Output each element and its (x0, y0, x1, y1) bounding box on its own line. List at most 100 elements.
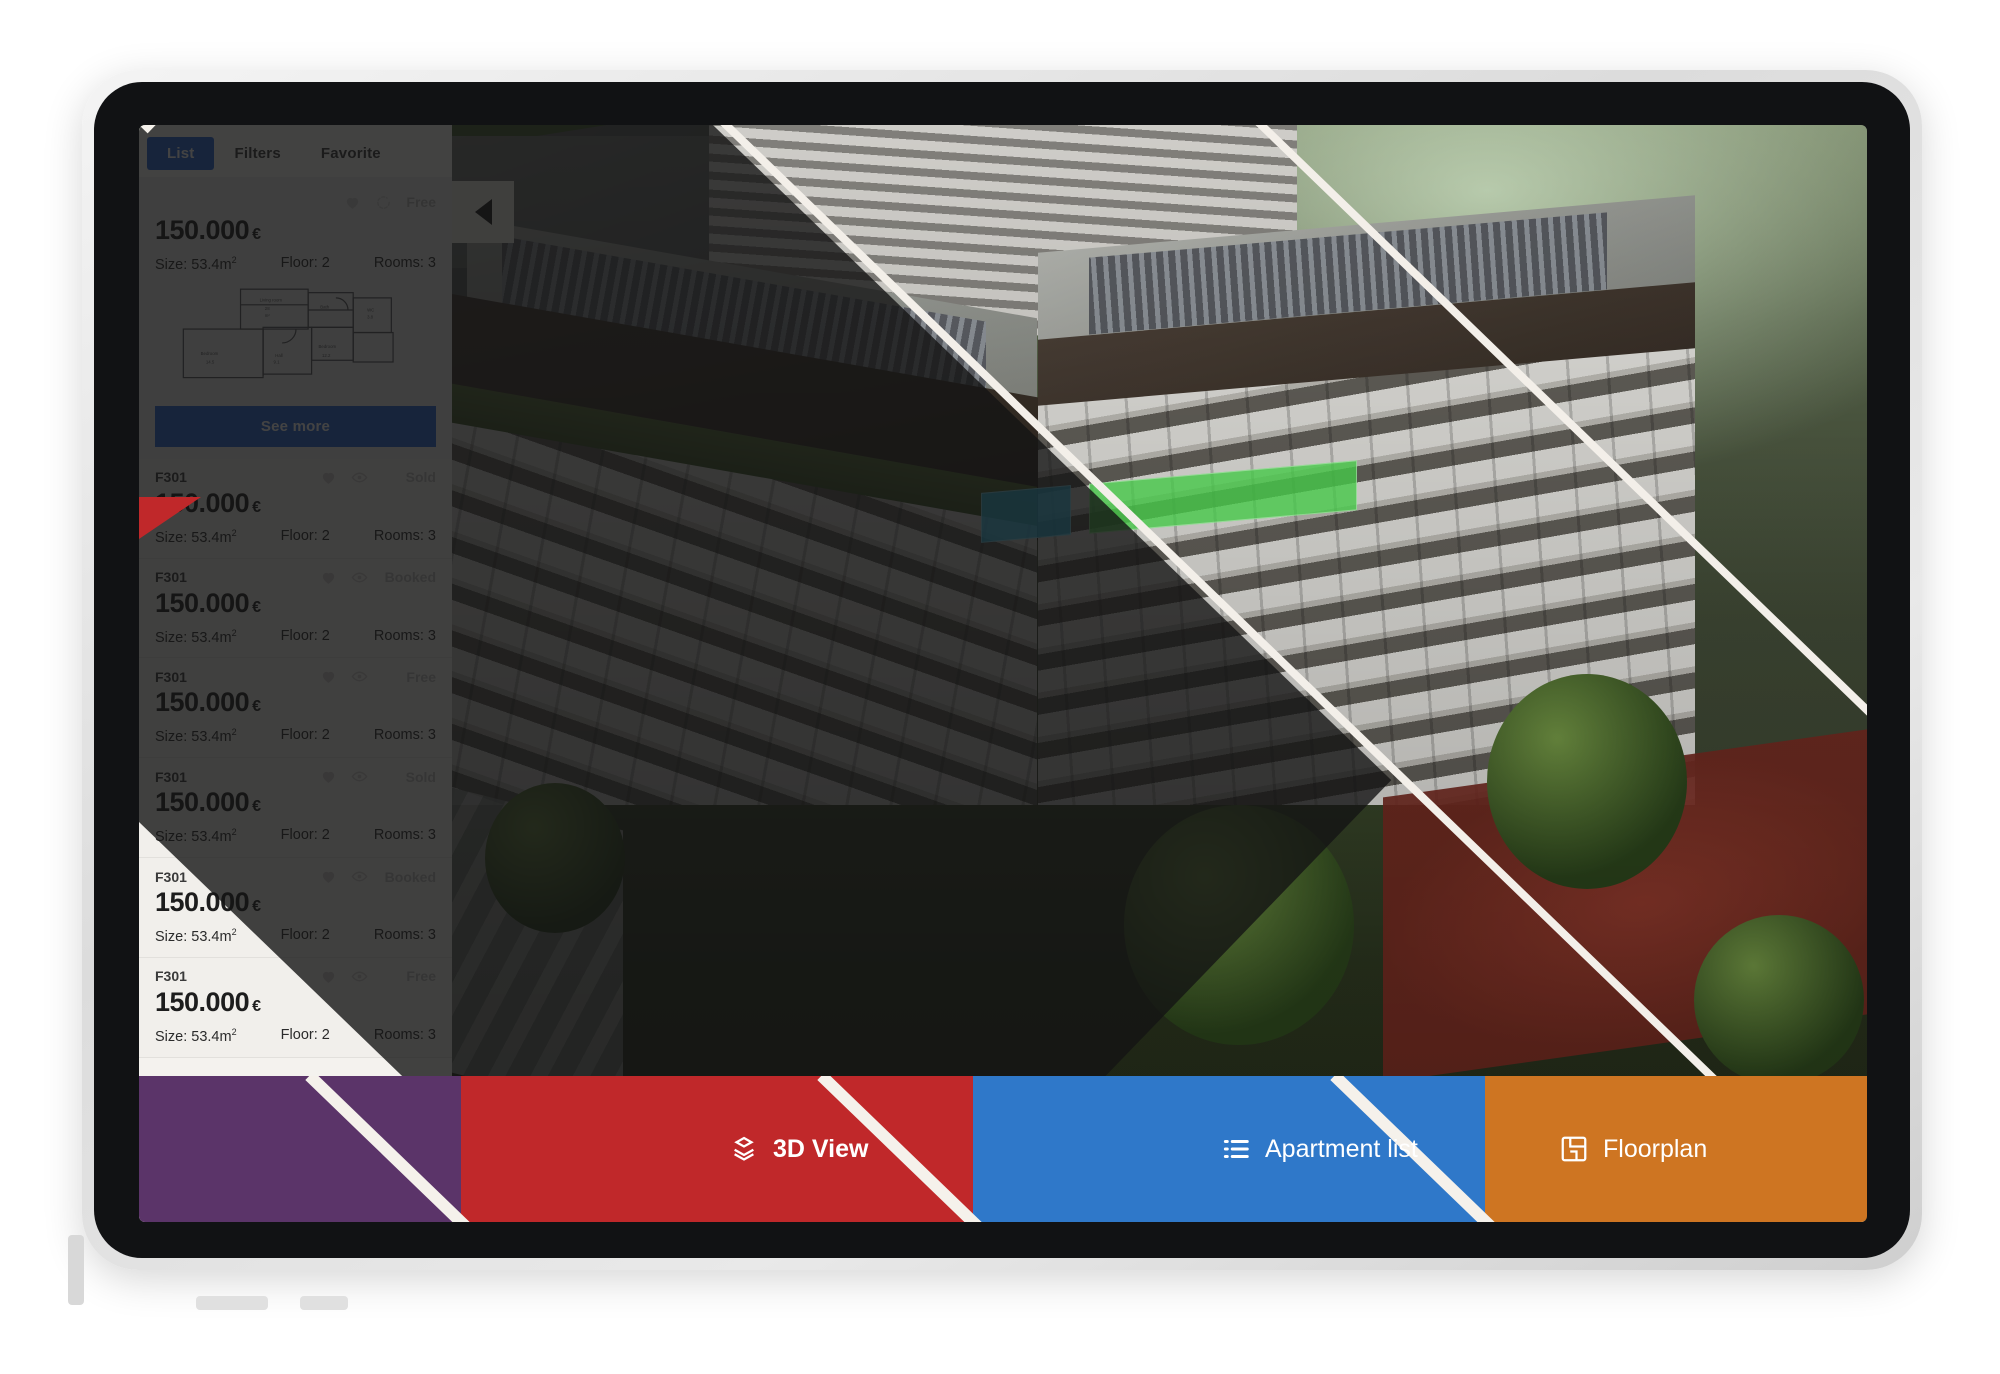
list-item-actions: Free (320, 968, 436, 985)
screenshot-stage: List Filters Favorite Free 150.000 € Siz… (0, 0, 2000, 1374)
heart-icon[interactable] (320, 668, 337, 685)
list-item-meta: Size: 53.4m2 Floor: 2 Rooms: 3 (155, 528, 436, 546)
list-item-meta: Size: 53.4m2 Floor: 2 Rooms: 3 (155, 827, 436, 845)
svg-text:Hall: Hall (275, 353, 282, 358)
collapse-sidebar-button[interactable] (452, 181, 514, 243)
list-item-size: Size: 53.4m2 (155, 727, 237, 746)
list-item-floor: Floor: 2 (280, 627, 330, 644)
list-item-price: 150.000 € (155, 587, 261, 618)
eye-icon[interactable] (351, 768, 368, 785)
list-item-size: Size: 53.4m2 (155, 927, 237, 945)
heart-icon[interactable] (320, 768, 337, 785)
bottom-navigation: 3D View Apartment list Floorplan (139, 1076, 1867, 1222)
list-item[interactable]: F301 Free 150.000 € Size: 53.4m2 Floor: 2… (139, 658, 452, 759)
eye-icon[interactable] (351, 868, 368, 885)
list-item-rooms: Rooms: 3 (373, 1026, 436, 1043)
floorplan-drawing: Living room 28 m² Bath WC 3.8 Bedroom 14… (182, 288, 394, 379)
tablet-screen: List Filters Favorite Free 150.000 € Siz… (139, 125, 1867, 1222)
svg-text:Bedroom: Bedroom (318, 344, 336, 349)
featured-price: 150.000 € (155, 215, 261, 245)
nav-label-floorplan: Floorplan (1603, 1134, 1708, 1163)
list-item-rooms: Rooms: 3 (373, 527, 436, 544)
eye-icon[interactable] (351, 668, 368, 685)
list-item-price: 150.000 € (155, 687, 261, 718)
list-item-header: F301 Sold (155, 768, 436, 785)
list-item-header: F301 Sold (155, 469, 436, 486)
svg-text:Living room: Living room (259, 298, 282, 303)
list-item-actions: Free (320, 668, 436, 685)
list-item-rooms: Rooms: 3 (373, 827, 436, 844)
floorplan-icon (1559, 1134, 1589, 1164)
triangle-left-icon (474, 199, 492, 225)
list-item-status: Free (406, 968, 436, 985)
eye-icon[interactable] (351, 968, 368, 985)
list-item[interactable]: F301 Booked 150.000 € Size: 53.4m2 Floor:… (139, 858, 452, 958)
list-item[interactable]: F301 Sold 150.000 € Size: 53.4m2 Floor: 2… (139, 758, 452, 859)
list-item-header: F301 Free (155, 668, 436, 685)
list-item[interactable]: F301 Sold 150.000 € Size: 53.4m2 Floor: 2… (139, 458, 452, 559)
list-item-rooms: Rooms: 3 (373, 627, 436, 644)
nav-label-3d-view: 3D View (773, 1134, 869, 1163)
apartment-list-sidebar: List Filters Favorite Free 150.000 € Siz… (139, 125, 452, 1222)
list-item-header: F301 Booked (155, 868, 436, 885)
list-item-id: F301 (155, 668, 187, 685)
nav-item-apartment-list[interactable]: Apartment list (1221, 1076, 1418, 1222)
list-item-floor: Floor: 2 (280, 1026, 330, 1043)
featured-status: Free (406, 194, 436, 210)
list-item-meta: Size: 53.4m2 Floor: 2 Rooms: 3 (155, 628, 436, 646)
tab-filters[interactable]: Filters (214, 137, 300, 170)
heart-icon[interactable] (344, 194, 361, 211)
list-item-price: 150.000 € (155, 887, 261, 918)
list-item-price: 150.000 € (155, 986, 261, 1017)
svg-text:Bedroom: Bedroom (200, 351, 218, 356)
unit-highlight-blue[interactable] (980, 485, 1071, 544)
list-item-size: Size: 53.4m2 (155, 527, 237, 546)
list-item[interactable]: F301 Free 150.000 € Size: 53.4m2 Floor: 2… (139, 957, 452, 1058)
tab-list[interactable]: List (147, 136, 215, 170)
eye-icon[interactable] (351, 569, 368, 586)
svg-text:m²: m² (264, 313, 270, 318)
list-item-actions: Booked (320, 868, 436, 885)
list-item-status: Sold (405, 469, 436, 486)
list-item-price: 150.000 € (155, 787, 261, 818)
eye-icon[interactable] (351, 469, 368, 486)
list-item-rooms: Rooms: 3 (373, 727, 436, 744)
nav-band-purple (139, 1076, 469, 1222)
featured-apartment-card[interactable]: Free 150.000 € Size: 53.4m2 Floor: 2 Room… (139, 177, 452, 406)
sidebar-tabs: List Filters Favorite (139, 125, 452, 177)
list-item-size: Size: 53.4m2 (155, 1026, 237, 1045)
list-item-header: F301 Booked (155, 569, 436, 586)
nav-item-3d-view[interactable]: 3D View (729, 1076, 868, 1222)
list-item-header: F301 Free (155, 968, 436, 985)
heart-icon[interactable] (320, 569, 337, 586)
list-item[interactable]: F301 Booked 150.000 € Size: 53.4m2 Floor:… (139, 558, 452, 659)
tab-favorite[interactable]: Favorite (301, 137, 401, 170)
tablet-button-secondary[interactable] (300, 1296, 348, 1310)
list-item-id: F301 (155, 968, 187, 985)
heart-icon[interactable] (320, 868, 337, 885)
list-item-id: F301 (155, 768, 187, 785)
featured-floorplan-thumbnail[interactable]: Living room 28 m² Bath WC 3.8 Bedroom 14… (155, 279, 436, 394)
list-item-id: F301 (155, 469, 187, 486)
tablet-volume-button[interactable] (68, 1235, 84, 1305)
rotate-icon[interactable] (375, 194, 392, 211)
see-more-container: See more (139, 405, 452, 459)
list-item-size: Size: 53.4m2 (155, 627, 237, 646)
svg-text:14.5: 14.5 (205, 360, 214, 365)
featured-card-header: Free (155, 191, 436, 213)
currency-symbol: € (252, 898, 261, 916)
nav-label-apartment-list: Apartment list (1265, 1134, 1418, 1163)
list-item-id: F301 (155, 569, 187, 586)
heart-icon[interactable] (320, 968, 337, 985)
tablet-power-button[interactable] (196, 1296, 268, 1310)
list-item-meta: Size: 53.4m2 Floor: 2 Rooms: 3 (155, 927, 436, 945)
list-item-status: Free (406, 668, 436, 685)
currency-symbol: € (252, 226, 261, 243)
currency-symbol: € (252, 598, 261, 616)
svg-text:3.8: 3.8 (367, 315, 374, 320)
currency-symbol: € (252, 698, 261, 716)
see-more-button[interactable]: See more (155, 405, 436, 447)
nav-item-floorplan[interactable]: Floorplan (1559, 1076, 1707, 1222)
heart-icon[interactable] (320, 469, 337, 486)
currency-symbol: € (252, 798, 261, 816)
